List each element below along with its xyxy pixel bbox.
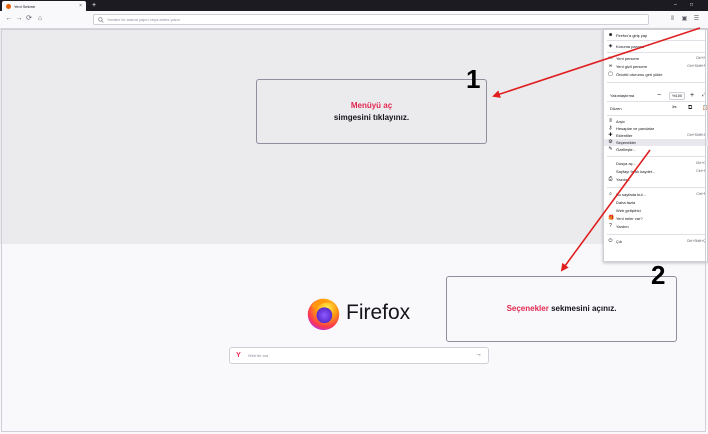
zoom-reset-button[interactable]: %100 [669,92,686,100]
menu-item-web-developer[interactable]: Web geliştirici [604,207,708,214]
sidebar-icon[interactable]: ▣ [680,15,689,24]
print-icon: ⎙ [608,176,613,182]
yandex-icon: Y [235,352,242,359]
tab-new-tab[interactable]: Yeni Sekme × [2,1,86,11]
web-search-input[interactable]: Y Web'de ara → [229,347,489,364]
restore-icon: ▢ [608,71,613,77]
private-window-icon: ∞ [608,63,613,69]
key-icon: ⚷ [608,125,613,131]
cut-icon[interactable]: ✂ [672,104,677,113]
zoom-in-button[interactable]: + [690,91,694,100]
menu-item-new-window[interactable]: ▭ Yeni pencere Ctrl+N [604,55,708,62]
menu-item-whats-new[interactable]: 🎁 Yeni neler var? [604,215,708,222]
menu-item-library[interactable]: ⫴ Arşiv [604,118,708,125]
minimize-button[interactable]: – [674,0,677,11]
maximize-button[interactable]: □ [690,0,693,11]
step1-number: 1 [466,64,481,94]
menu-item-customize[interactable]: ✎ Özelleştir... [604,146,708,153]
step2-callout: Seçenekler sekmesini açınız. [446,276,677,342]
url-bar[interactable]: Yandex ile arama yapın veya adres yazın [93,14,649,25]
edit-row: Düzen ✂ ⧉ 📋 [604,104,708,113]
reload-button[interactable]: ⟳ [25,13,33,25]
dashboard-icon: ◈ [608,43,613,49]
gift-icon: 🎁 [608,215,615,221]
menu-item-find[interactable]: ⌕ Bu sayfada bul... Ctrl+F [604,191,708,198]
back-button[interactable]: ← [5,13,13,25]
search-icon: ⌕ [609,191,612,197]
firefox-logo-icon [307,298,340,331]
addons-icon: ✚ [608,132,613,138]
edit-label: Düzen [610,106,622,111]
step2-text: sekmesini açınız. [551,304,617,313]
search-placeholder: Web'de ara [248,353,269,358]
forward-button[interactable]: → [15,13,23,25]
menu-item-logins[interactable]: ⚷ Hesaplar ve parolalar [604,125,708,132]
search-icon [98,16,104,23]
menu-item-open-file[interactable]: Dosya aç... Ctrl+O [604,160,708,167]
gear-icon: ⚙ [608,139,613,145]
menu-item-sign-in[interactable]: ☻ Firefox'a giriş yap [604,32,708,39]
menu-item-help[interactable]: ? Yardım [604,223,708,230]
menu-item-save-page[interactable]: Sayfayı farklı kaydet... Ctrl+S [604,168,708,175]
account-icon: ☻ [608,32,614,38]
menu-item-more[interactable]: Daha fazla [604,199,708,206]
help-icon: ? [609,223,612,229]
window-icon: ▭ [608,55,613,61]
zoom-row: Yakınlaştırma − %100 + ⤢ [604,91,708,100]
home-button[interactable]: ⌂ [36,13,44,25]
library-icon[interactable]: ⫴ [668,15,677,24]
open-menu-icon[interactable]: ☰ [692,15,701,24]
new-tab-button[interactable]: + [90,1,98,10]
fullscreen-icon[interactable]: ⤢ [702,91,706,100]
customize-icon: ✎ [608,146,613,152]
title-bar [0,0,708,11]
menu-item-options[interactable]: ⚙ Seçenekler [604,139,708,146]
step2-number: 2 [651,260,666,290]
firefox-wordmark: Firefox [346,301,411,324]
app-menu-panel: ☻ Firefox'a giriş yap ◈ Koruma panosu ▭ Yen… [603,29,708,262]
step2-highlight: Seçenekler [506,304,549,313]
tab-title: Yeni Sekme [14,3,36,9]
menu-item-private-window[interactable]: ∞ Yeni gizli pencere Ctrl+Shift+P [604,63,708,70]
step1-callout: Menüyü aç simgesini tıklayınız. [256,79,487,144]
copy-icon[interactable]: ⧉ [688,104,692,113]
search-go-icon[interactable]: → [475,351,482,358]
menu-item-print[interactable]: ⎙ Yazdır... [604,176,708,183]
menu-item-protections[interactable]: ◈ Koruma panosu [604,43,708,50]
paste-icon[interactable]: 📋 [702,104,708,113]
library-icon: ⫴ [609,118,612,124]
tab-close-icon[interactable]: × [79,3,82,9]
url-placeholder: Yandex ile arama yapın veya adres yazın [107,17,181,22]
power-icon: ⏻ [608,238,613,244]
zoom-label: Yakınlaştırma [610,93,635,98]
menu-item-addons[interactable]: ✚ Eklentiler Ctrl+Shift+A [604,132,708,139]
zoom-out-button[interactable]: − [657,91,661,100]
step1-text: simgesini tıklayınız. [333,112,410,122]
menu-item-restore-session[interactable]: ▢ Önceki oturumu geri yükle [604,71,708,78]
menu-item-quit[interactable]: ⏻ Çık Ctrl+Shift+Q [604,238,708,245]
firefox-tab-icon [6,3,11,9]
step1-highlight: Menüyü aç [350,100,393,110]
